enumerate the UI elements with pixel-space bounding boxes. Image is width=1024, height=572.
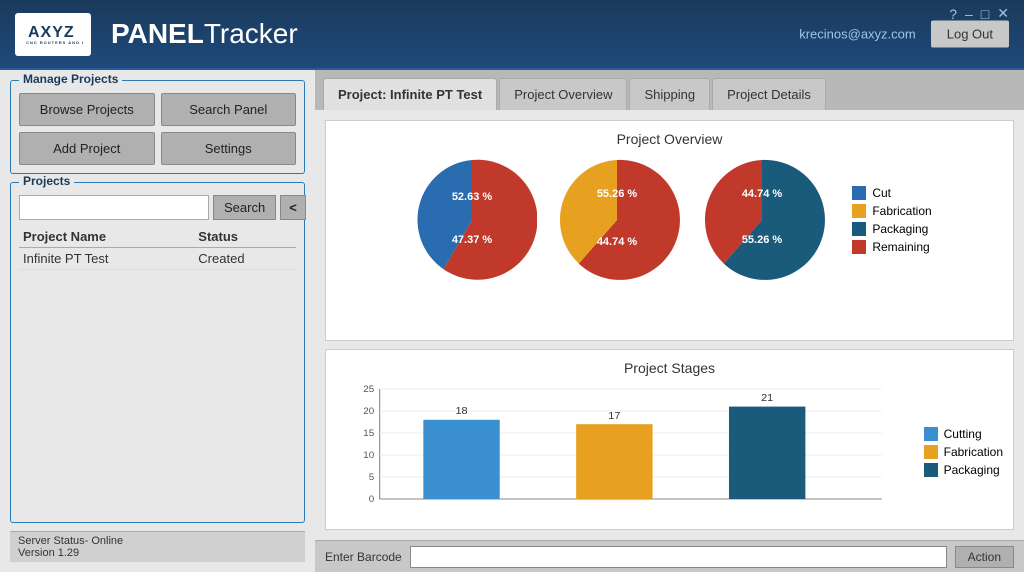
pie-chart-cut: 52.63 % 47.37 % [407, 155, 537, 285]
svg-text:20: 20 [363, 405, 374, 416]
svg-text:0: 0 [369, 493, 374, 504]
svg-text:15: 15 [363, 427, 374, 438]
header-right: krecinos@axyz.com Log Out [799, 21, 1009, 48]
projects-title: Projects [19, 174, 74, 188]
search-row: Search < [19, 195, 296, 220]
svg-text:55.26 %: 55.26 % [742, 234, 783, 246]
tabs-bar: Project: Infinite PT Test Project Overvi… [315, 70, 1024, 110]
project-overview-title: Project Overview [336, 131, 1003, 147]
app-header: ? – □ ✕ AXYZ CNC ROUTERS AND KNIFE SYSTE… [0, 0, 1024, 70]
svg-text:47.37 %: 47.37 % [452, 234, 493, 246]
barcode-bar: Enter Barcode Action [315, 540, 1024, 572]
search-button[interactable]: Search [213, 195, 276, 220]
pie-chart-packaging: 44.74 % 55.26 % [697, 155, 827, 285]
bar-chart-title: Project Stages [336, 360, 1003, 376]
logo-box: AXYZ CNC ROUTERS AND KNIFE SYSTEMS [15, 13, 91, 56]
close-icon[interactable]: ✕ [997, 5, 1009, 22]
search-panel-button[interactable]: Search Panel [161, 93, 297, 126]
svg-text:25: 25 [363, 384, 374, 394]
bar-legend-packaging-label: Packaging [944, 463, 1000, 477]
window-controls: ? – □ ✕ [949, 5, 1009, 22]
table-row[interactable]: Infinite PT TestCreated [19, 248, 296, 270]
svg-text:21: 21 [761, 393, 773, 404]
server-status: Server Status- Online [18, 535, 297, 547]
status-bar: Server Status- Online Version 1.29 [10, 531, 305, 562]
svg-text:10: 10 [363, 449, 374, 460]
projects-box: Projects Search < Project Name Status In… [10, 182, 305, 523]
maximize-icon[interactable]: □ [981, 6, 989, 22]
search-input[interactable] [19, 195, 209, 220]
bar-legend-packaging: Packaging [924, 463, 1003, 477]
bar-legend: Cutting Fabrication Packaging [914, 384, 1003, 519]
bar-legend-cutting-label: Cutting [944, 427, 982, 441]
bar-chart-area: 0 5 10 15 20 [336, 384, 1003, 519]
pie-legend: Cut Fabrication Packaging Remaining [852, 186, 931, 254]
projects-table: Project Name Status Infinite PT TestCrea… [19, 226, 296, 270]
legend-packaging: Packaging [852, 222, 931, 236]
bar-legend-fabrication: Fabrication [924, 445, 1003, 459]
bar-chart-section: Project Stages 0 5 [325, 349, 1014, 530]
logo-text: AXYZ CNC ROUTERS AND KNIFE SYSTEMS [23, 17, 83, 52]
version: Version 1.29 [18, 547, 297, 559]
logo-area: AXYZ CNC ROUTERS AND KNIFE SYSTEMS PANEL… [15, 13, 298, 56]
manage-projects-box: Manage Projects Browse Projects Search P… [10, 80, 305, 174]
barcode-input[interactable] [410, 546, 947, 568]
user-email: krecinos@axyz.com [799, 27, 916, 42]
col-status: Status [194, 226, 296, 248]
tab-project-details[interactable]: Project Details [712, 78, 826, 110]
logout-button[interactable]: Log Out [931, 21, 1009, 48]
main-layout: Manage Projects Browse Projects Search P… [0, 70, 1024, 572]
sidebar: Manage Projects Browse Projects Search P… [0, 70, 315, 572]
barcode-label: Enter Barcode [325, 550, 402, 564]
col-project-name: Project Name [19, 226, 194, 248]
legend-remaining: Remaining [852, 240, 931, 254]
manage-projects-title: Manage Projects [19, 72, 122, 86]
tab-shipping[interactable]: Shipping [629, 78, 710, 110]
pie-chart-fabrication: 55.26 % 44.74 % [552, 155, 682, 285]
content-panel: Project Overview 52.63 % 47.37 % [315, 110, 1024, 540]
bar-chart-main: 0 5 10 15 20 [336, 384, 904, 519]
bar-legend-cutting: Cutting [924, 427, 1003, 441]
svg-text:17: 17 [608, 411, 620, 422]
tab-project-infinite[interactable]: Project: Infinite PT Test [323, 78, 497, 110]
app-title: PANELTracker [111, 18, 298, 50]
legend-cut-label: Cut [872, 186, 891, 200]
svg-text:55.26 %: 55.26 % [597, 188, 638, 200]
legend-remaining-label: Remaining [872, 240, 929, 254]
manage-buttons-grid: Browse Projects Search Panel Add Project… [19, 93, 296, 165]
legend-fabrication: Fabrication [852, 204, 931, 218]
svg-text:44.74 %: 44.74 % [597, 236, 638, 248]
content-area: Project: Infinite PT Test Project Overvi… [315, 70, 1024, 572]
help-icon[interactable]: ? [949, 6, 957, 22]
pie-charts-section: Project Overview 52.63 % 47.37 % [325, 120, 1014, 341]
settings-button[interactable]: Settings [161, 132, 297, 165]
legend-cut: Cut [852, 186, 931, 200]
browse-projects-button[interactable]: Browse Projects [19, 93, 155, 126]
minimize-icon[interactable]: – [965, 6, 973, 22]
project-status-cell: Created [194, 248, 296, 270]
action-button[interactable]: Action [955, 546, 1014, 568]
svg-text:5: 5 [369, 471, 374, 482]
svg-text:18: 18 [455, 406, 467, 417]
legend-packaging-label: Packaging [872, 222, 928, 236]
tab-project-overview[interactable]: Project Overview [499, 78, 627, 110]
clear-button[interactable]: < [280, 195, 306, 220]
svg-text:44.74 %: 44.74 % [742, 188, 783, 200]
svg-text:CNC ROUTERS AND KNIFE SYSTEMS: CNC ROUTERS AND KNIFE SYSTEMS [26, 40, 83, 45]
legend-fabrication-label: Fabrication [872, 204, 931, 218]
project-name-cell: Infinite PT Test [19, 248, 194, 270]
bar-legend-fabrication-label: Fabrication [944, 445, 1003, 459]
svg-text:52.63 %: 52.63 % [452, 191, 493, 203]
svg-text:AXYZ: AXYZ [28, 24, 75, 41]
add-project-button[interactable]: Add Project [19, 132, 155, 165]
